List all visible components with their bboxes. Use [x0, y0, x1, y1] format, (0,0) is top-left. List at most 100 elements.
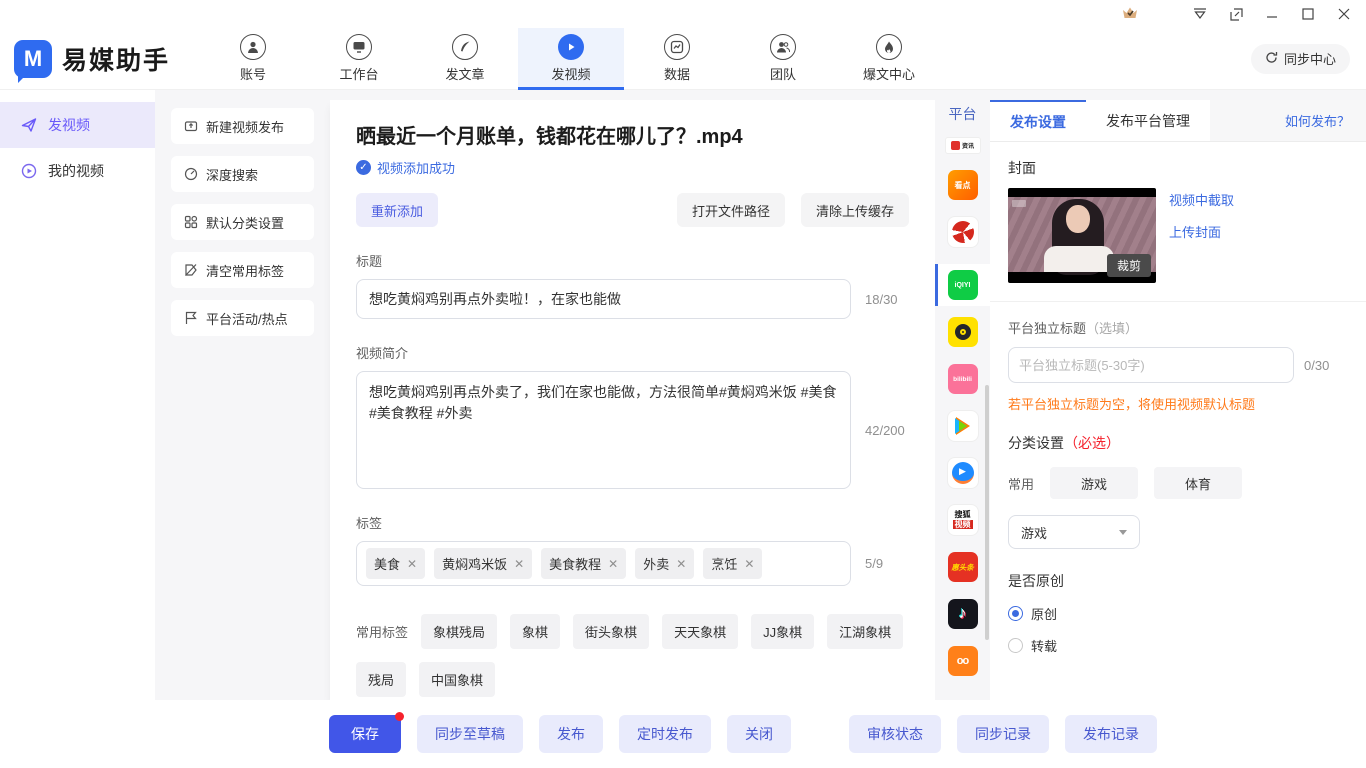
title-input[interactable]	[356, 279, 851, 319]
tags-input[interactable]: 美食✕ 黄焖鸡米饭✕ 美食教程✕ 外卖✕ 烹饪✕	[356, 541, 851, 586]
common-tag-chip[interactable]: 江湖象棋	[827, 614, 903, 649]
team-icon	[770, 34, 796, 60]
open-file-path-button[interactable]: 打开文件路径	[677, 193, 785, 227]
platform-kandian[interactable]: 看点	[935, 170, 990, 200]
tags-counter: 5/9	[865, 556, 909, 571]
sync-record-button[interactable]: 同步记录	[957, 715, 1049, 753]
common-tag-chip[interactable]: 街头象棋	[573, 614, 649, 649]
sidebar-item-publish-video[interactable]: 发视频	[0, 102, 155, 148]
category-option-game[interactable]: 游戏	[1050, 467, 1138, 499]
desc-textarea[interactable]: 想吃黄焖鸡别再点外卖了，我们在家也能做，方法很简单#黄焖鸡米饭 #美食 #美食教…	[356, 371, 851, 489]
publish-tabs: 发布设置 发布平台管理 如何发布？	[990, 100, 1366, 142]
radio-repost[interactable]: 转载	[1008, 636, 1348, 655]
platform-haokan-video[interactable]: ▶	[935, 458, 990, 488]
common-tag-chip[interactable]: 象棋	[510, 614, 560, 649]
tab-platform-management[interactable]: 发布平台管理	[1086, 100, 1210, 141]
nav-item-publish-video[interactable]: 发视频	[518, 28, 624, 89]
divider	[990, 301, 1366, 302]
remove-tag-icon[interactable]: ✕	[608, 557, 618, 571]
platform-douyin[interactable]: ♪	[935, 599, 990, 629]
upload-cover-link[interactable]: 上传封面	[1169, 222, 1234, 241]
save-button[interactable]: 保存	[329, 715, 401, 753]
platform-yidianzixun[interactable]: 资讯	[935, 138, 990, 153]
sidebar-item-my-videos[interactable]: 我的视频	[0, 148, 155, 194]
tag-chip: 黄焖鸡米饭✕	[434, 548, 532, 579]
nav-item-data[interactable]: 数据	[624, 28, 730, 89]
yidianzixun-icon: 资讯	[946, 138, 980, 153]
nav-item-hot-center[interactable]: 爆文中心	[836, 28, 942, 89]
common-tag-chip[interactable]: 残局	[356, 662, 406, 697]
watermark	[1012, 200, 1026, 207]
window-controls	[1192, 6, 1366, 22]
category-option-sports[interactable]: 体育	[1154, 467, 1242, 499]
paper-plane-icon	[20, 116, 38, 134]
nav-item-account[interactable]: 账号	[200, 28, 306, 89]
app-name: 易媒助手	[62, 41, 170, 77]
publish-button[interactable]: 发布	[539, 715, 603, 753]
readd-button[interactable]: 重新添加	[356, 193, 438, 227]
remove-tag-icon[interactable]: ✕	[514, 557, 524, 571]
platform-activity-button[interactable]: 平台活动/热点	[171, 300, 314, 336]
hot-center-icon	[876, 34, 902, 60]
review-status-button[interactable]: 审核状态	[849, 715, 941, 753]
radio-checked-icon	[1008, 606, 1023, 621]
remove-tag-icon[interactable]: ✕	[744, 557, 754, 571]
tag-chip: 烹饪✕	[703, 548, 762, 579]
close-icon[interactable]	[1336, 6, 1352, 22]
platform-kuaishou[interactable]	[935, 317, 990, 347]
platform-title-input[interactable]	[1008, 347, 1294, 383]
common-tag-chip[interactable]: JJ象棋	[751, 614, 814, 649]
sync-to-draft-button[interactable]: 同步至草稿	[417, 715, 523, 753]
platform-sohu-video[interactable]: 搜狐视频	[935, 505, 990, 535]
platform-title-label: 平台独立标题（选填）	[1008, 318, 1348, 337]
nav-item-workbench[interactable]: 工作台	[306, 28, 412, 89]
title-field-label: 标题	[356, 251, 909, 270]
platform-bilibili[interactable]: bilibili	[935, 364, 990, 394]
chevron-down-icon	[1119, 530, 1127, 535]
cover-row: 裁剪 视频中截取 上传封面	[1008, 188, 1348, 283]
deep-search-button[interactable]: 深度搜索	[171, 156, 314, 192]
bilibili-icon: bilibili	[948, 364, 978, 394]
common-tag-chip[interactable]: 象棋残局	[421, 614, 497, 649]
file-actions-row: 重新添加 打开文件路径 清除上传缓存	[356, 193, 909, 227]
platform-tencent-video[interactable]	[935, 411, 990, 441]
remove-tag-icon[interactable]: ✕	[407, 557, 417, 571]
ifeng-icon	[948, 217, 978, 247]
window-titlebar	[0, 0, 1366, 28]
collapse-icon[interactable]	[1192, 6, 1208, 22]
how-to-publish-link[interactable]: 如何发布？	[1285, 100, 1366, 141]
nav-item-team[interactable]: 团队	[730, 28, 836, 89]
upload-status: ✓ 视频添加成功	[356, 158, 909, 177]
clear-upload-cache-button[interactable]: 清除上传缓存	[801, 193, 909, 227]
main-nav: 账号 工作台 发文章 发视频 数据 团队 爆文中心	[200, 28, 942, 89]
maximize-icon[interactable]	[1300, 6, 1316, 22]
screenshot-icon[interactable]	[1228, 6, 1244, 22]
minimize-icon[interactable]	[1264, 6, 1280, 22]
clear-common-tags-button[interactable]: 清空常用标签	[171, 252, 314, 288]
cover-label: 封面	[1008, 158, 1348, 178]
common-label: 常用	[1008, 474, 1034, 493]
platform-iqiyi[interactable]: iQIYI	[935, 264, 990, 306]
crop-button[interactable]: 裁剪	[1107, 254, 1151, 277]
capture-from-video-link[interactable]: 视频中截取	[1169, 190, 1234, 209]
tag-chip: 美食✕	[366, 548, 425, 579]
cover-thumbnail[interactable]: 裁剪	[1008, 188, 1156, 283]
platform-tudou[interactable]: oo	[935, 646, 990, 676]
nav-item-publish-article[interactable]: 发文章	[412, 28, 518, 89]
tab-publish-settings[interactable]: 发布设置	[990, 100, 1086, 141]
logo-icon: M	[14, 40, 52, 78]
common-tag-chip[interactable]: 中国象棋	[419, 662, 495, 697]
sync-center-button[interactable]: 同步中心	[1251, 44, 1350, 74]
platform-ifeng[interactable]	[935, 217, 990, 247]
platform-huitoutiao[interactable]: 惠头条	[935, 552, 990, 582]
new-video-publish-button[interactable]: 新建视频发布	[171, 108, 314, 144]
rail-scrollbar[interactable]	[985, 385, 989, 640]
remove-tag-icon[interactable]: ✕	[676, 557, 686, 571]
close-button[interactable]: 关闭	[727, 715, 791, 753]
category-dropdown[interactable]: 游戏	[1008, 515, 1140, 549]
publish-record-button[interactable]: 发布记录	[1065, 715, 1157, 753]
common-tag-chip[interactable]: 天天象棋	[662, 614, 738, 649]
default-category-button[interactable]: 默认分类设置	[171, 204, 314, 240]
radio-original[interactable]: 原创	[1008, 604, 1348, 623]
scheduled-publish-button[interactable]: 定时发布	[619, 715, 711, 753]
